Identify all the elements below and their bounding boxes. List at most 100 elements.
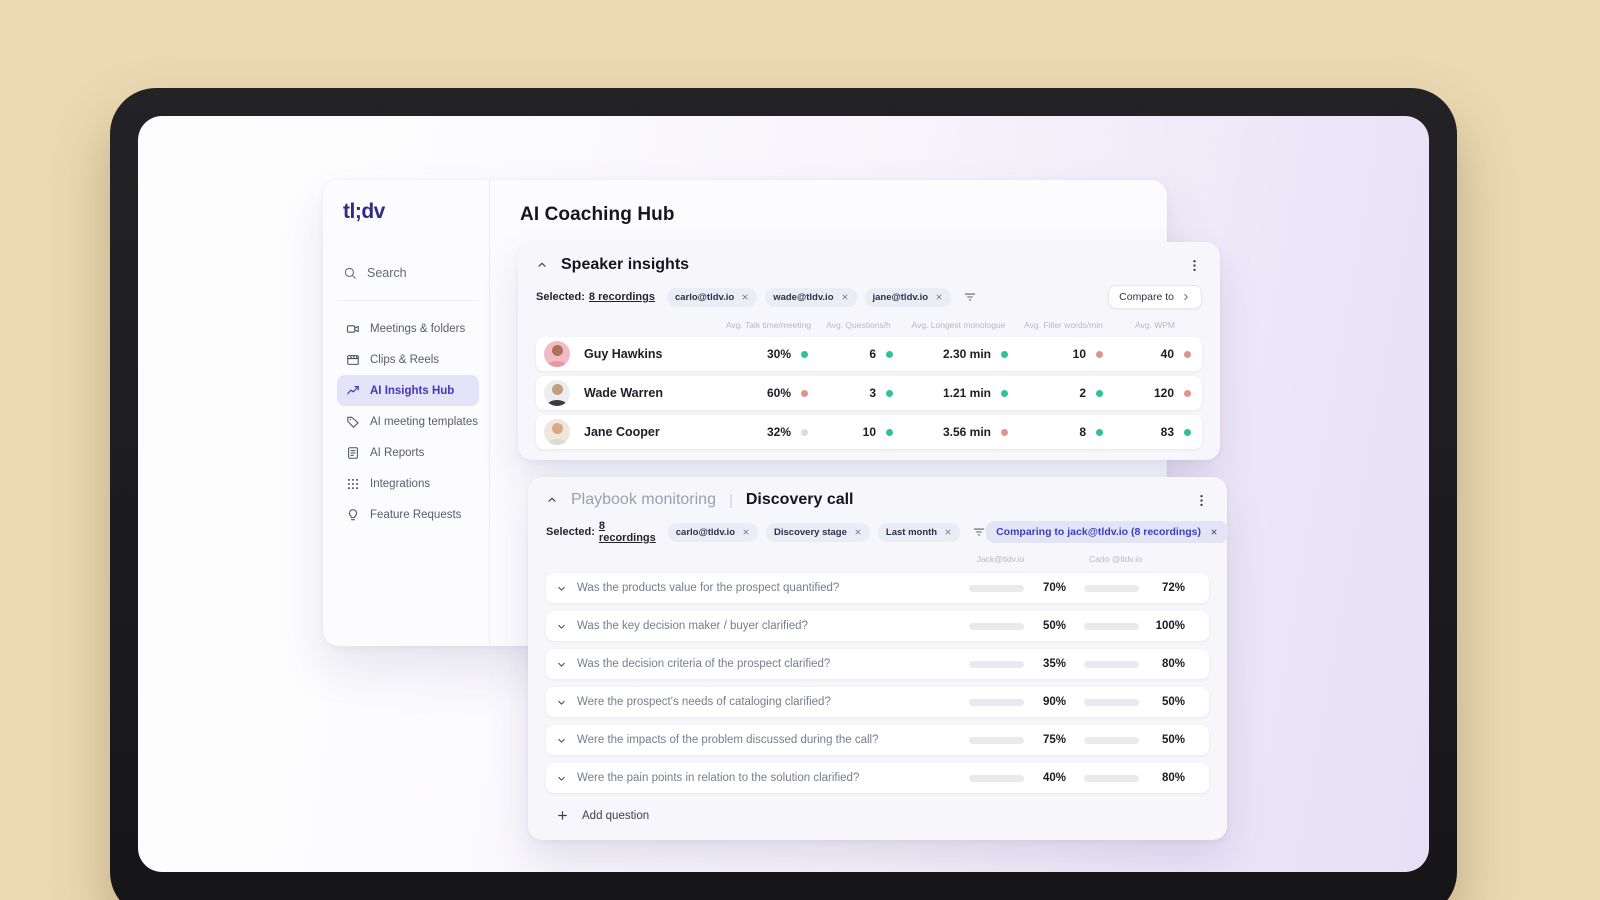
close-icon[interactable] — [841, 293, 849, 301]
filter-chip-carlo-tldv-io: carlo@tldv.io — [666, 287, 758, 307]
question-text: Were the prospect's needs of cataloging … — [577, 696, 831, 708]
expand-chevron-down-icon[interactable] — [556, 621, 567, 632]
question-row[interactable]: Were the pain points in relation to the … — [546, 763, 1209, 793]
compare-to-button[interactable]: Compare to — [1108, 285, 1202, 309]
column-header-group: Jack@tldv.io — [973, 554, 1070, 564]
metric-value: 3 — [869, 386, 876, 400]
score-group: 40% — [969, 772, 1066, 784]
collapse-chevron-up-icon[interactable] — [536, 259, 548, 271]
metric-cell: 8 — [1024, 425, 1119, 439]
screen: tl;dv Search Meetings & folders Clips & R… — [138, 116, 1429, 872]
template-tag-icon — [346, 415, 360, 429]
expand-chevron-down-icon[interactable] — [556, 697, 567, 708]
speaker-name: Jane Cooper — [584, 425, 660, 439]
collapse-chevron-up-icon[interactable] — [546, 494, 558, 506]
report-doc-icon — [346, 446, 360, 460]
progress-bar — [1084, 622, 1139, 630]
question-text: Was the key decision maker / buyer clari… — [577, 620, 808, 632]
comparing-badge: Comparing to jack@tldv.io (8 recordings) — [986, 521, 1228, 543]
score-percent: 72% — [1161, 582, 1185, 594]
selected-recordings-link[interactable]: 8 recordings — [599, 520, 656, 544]
progress-bar — [969, 622, 1024, 630]
speaker-row-wade-warren[interactable]: Wade Warren 60% 3 1.21 min 2 120 — [536, 376, 1202, 410]
metric-cell: 2.30 min — [909, 347, 1024, 361]
question-row[interactable]: Was the products value for the prospect … — [546, 573, 1209, 603]
chip-label: carlo@tldv.io — [674, 291, 735, 303]
expand-chevron-down-icon[interactable] — [556, 583, 567, 594]
status-dot — [801, 389, 808, 397]
expand-chevron-down-icon[interactable] — [556, 735, 567, 746]
close-icon[interactable] — [741, 293, 749, 301]
metric-cell: 2 — [1024, 386, 1119, 400]
score-group: 90% — [969, 696, 1066, 708]
speaker-card-header: Speaker insights — [536, 256, 1202, 274]
sidebar-item-label: Integrations — [370, 477, 431, 490]
score-percent: 90% — [1042, 696, 1066, 708]
status-dot — [886, 350, 893, 358]
avatar-cell — [544, 380, 584, 406]
sidebar-item-ai-insights-hub[interactable]: AI Insights Hub — [337, 375, 479, 406]
playbook-card: Playbook monitoring | Discovery call Sel… — [528, 477, 1228, 840]
status-dot — [1184, 428, 1191, 436]
close-icon[interactable] — [935, 293, 943, 301]
sidebar-item-clips-reels[interactable]: Clips & Reels — [337, 344, 479, 375]
metric-value: 6 — [869, 347, 876, 361]
metric-cell: 10 — [1024, 347, 1119, 361]
status-dot — [886, 428, 893, 436]
close-icon[interactable] — [944, 528, 952, 536]
selected-recordings-link[interactable]: 8 recordings — [589, 291, 655, 303]
speaker-filters-row: Selected: 8 recordings carlo@tldv.io wade… — [536, 285, 1202, 309]
progress-bar — [1084, 698, 1139, 706]
close-icon[interactable] — [854, 528, 862, 536]
close-icon[interactable] — [1210, 528, 1218, 536]
column-header-avg-questions-h: Avg. Questions/h — [826, 320, 891, 330]
search-label: Search — [367, 266, 407, 280]
filter-chip-discovery-stage: Discovery stage — [766, 522, 870, 542]
add-question-button[interactable]: Add question — [546, 803, 1209, 828]
chip-label: Discovery stage — [774, 526, 847, 538]
kebab-menu-icon[interactable] — [1194, 493, 1209, 508]
score-group: 50% — [969, 620, 1066, 632]
metric-cell: 3 — [824, 386, 909, 400]
app-logo: tl;dv — [343, 200, 385, 223]
status-dot — [1001, 350, 1008, 358]
question-row[interactable]: Was the decision criteria of the prospec… — [546, 649, 1209, 679]
close-icon[interactable] — [742, 528, 750, 536]
filter-icon[interactable] — [963, 290, 977, 304]
sidebar-item-label: Clips & Reels — [370, 353, 440, 366]
kebab-menu-icon[interactable] — [1187, 258, 1202, 273]
expand-chevron-down-icon[interactable] — [556, 773, 567, 784]
clapperboard-icon — [346, 353, 360, 367]
score-percent: 50% — [1161, 696, 1185, 708]
search-button[interactable]: Search — [343, 266, 475, 280]
expand-chevron-down-icon[interactable] — [556, 659, 567, 670]
metric-value: 3.56 min — [942, 425, 991, 439]
question-text: Was the products value for the prospect … — [577, 582, 840, 594]
filter-icon[interactable] — [972, 525, 986, 539]
metric-value: 8 — [1079, 425, 1086, 439]
question-row[interactable]: Were the impacts of the problem discusse… — [546, 725, 1209, 755]
status-dot — [1096, 350, 1103, 358]
device-frame: tl;dv Search Meetings & folders Clips & R… — [110, 88, 1457, 900]
metric-value: 30% — [766, 347, 791, 361]
score-percent: 70% — [1042, 582, 1066, 594]
avatar — [544, 341, 570, 367]
chip-label: Last month — [885, 526, 938, 538]
sidebar-item-label: Feature Requests — [370, 508, 462, 521]
sidebar-item-meetings-folders[interactable]: Meetings & folders — [337, 313, 479, 344]
metric-value: 40 — [1160, 347, 1174, 361]
question-text: Were the impacts of the problem discusse… — [577, 734, 879, 746]
sidebar-item-ai-reports[interactable]: AI Reports — [337, 437, 479, 468]
sidebar-item-ai-meeting-templates[interactable]: AI meeting templates — [337, 406, 479, 437]
score-group: 70% — [969, 582, 1066, 594]
score-group: 35% — [969, 658, 1066, 670]
progress-bar — [969, 584, 1024, 592]
sidebar-item-integrations[interactable]: Integrations — [337, 468, 479, 499]
metric-value: 83 — [1160, 425, 1174, 439]
question-row[interactable]: Were the prospect's needs of cataloging … — [546, 687, 1209, 717]
column-header-avg-filler-words-min: Avg. Filler words/min — [1024, 320, 1103, 330]
speaker-row-jane-cooper[interactable]: Jane Cooper 32% 10 3.56 min 8 83 — [536, 415, 1202, 449]
speaker-row-guy-hawkins[interactable]: Guy Hawkins 30% 6 2.30 min 10 40 — [536, 337, 1202, 371]
sidebar-item-feature-requests[interactable]: Feature Requests — [337, 499, 479, 530]
question-row[interactable]: Was the key decision maker / buyer clari… — [546, 611, 1209, 641]
